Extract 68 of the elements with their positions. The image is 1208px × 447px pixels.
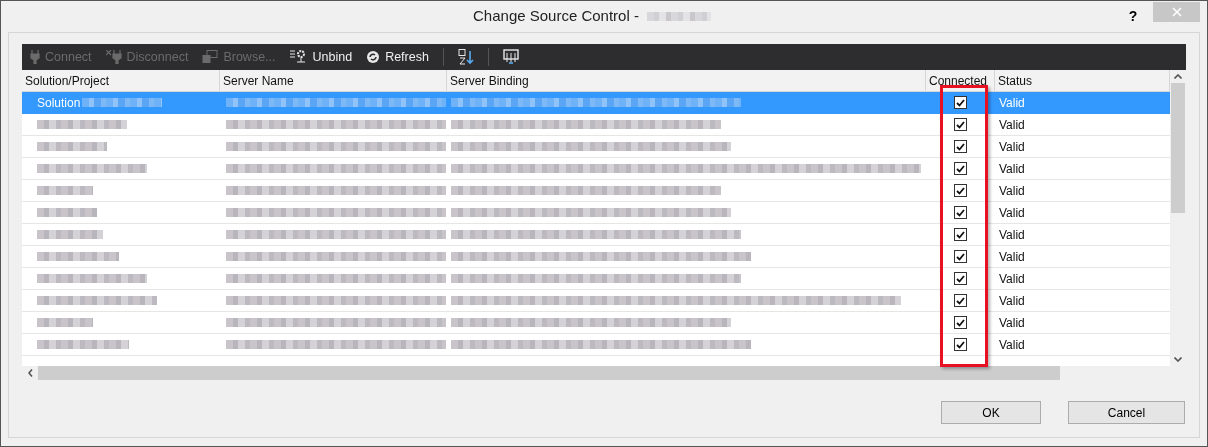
help-button[interactable]: ? (1123, 6, 1143, 27)
status-text: Valid (999, 204, 1025, 222)
status-text: Valid (999, 182, 1025, 200)
window-title: Change Source Control - (473, 6, 639, 27)
chevron-down-icon (1174, 357, 1182, 362)
checkbox[interactable] (954, 96, 967, 109)
checkbox[interactable] (954, 206, 967, 219)
toolbar-icon-button[interactable] (457, 49, 474, 65)
check-icon (956, 208, 965, 217)
unplug-icon (105, 50, 122, 64)
status-text: Valid (999, 270, 1025, 288)
chevron-up-icon (1174, 74, 1182, 79)
toolbar-icon-button[interactable] (502, 49, 519, 65)
gear-icon (289, 49, 308, 65)
status-text: Valid (999, 292, 1025, 310)
check-icon (956, 274, 965, 283)
status-text: Valid (999, 336, 1025, 354)
checkbox[interactable] (954, 162, 967, 175)
status-text: Valid (999, 314, 1025, 332)
check-icon (956, 142, 965, 151)
check-icon (956, 120, 965, 129)
check-icon (956, 296, 965, 305)
chevron-left-icon (27, 369, 33, 377)
refresh-icon (366, 50, 381, 64)
blurred-text (37, 142, 107, 151)
check-icon (956, 340, 965, 349)
plug-icon (30, 50, 40, 64)
blurred-text (37, 186, 93, 195)
status-text: Valid (999, 138, 1025, 156)
dialog-button[interactable]: OK (941, 401, 1041, 424)
check-icon (956, 318, 965, 327)
check-icon (956, 98, 965, 107)
checkbox[interactable] (954, 294, 967, 307)
scroll-thumb[interactable] (1171, 83, 1185, 213)
check-icon (956, 164, 965, 173)
toolbar-button[interactable]: Unbind (289, 47, 353, 67)
blurred-text (646, 12, 711, 21)
dialog-button[interactable]: Cancel (1068, 401, 1185, 424)
status-text: Valid (999, 248, 1025, 266)
blurred-text (37, 318, 93, 327)
toolbar-button[interactable]: Refresh (366, 47, 429, 67)
checkbox[interactable] (954, 338, 967, 351)
blurred-text (37, 208, 97, 217)
check-icon (956, 252, 965, 261)
status-text: Valid (999, 226, 1025, 244)
monitor-icon (502, 49, 519, 65)
checkbox[interactable] (954, 140, 967, 153)
checkbox[interactable] (954, 272, 967, 285)
column-header[interactable]: Solution/Project (22, 70, 220, 92)
check-icon (956, 230, 965, 239)
checkbox[interactable] (954, 184, 967, 197)
column-header[interactable]: Server Name (220, 70, 447, 92)
column-header[interactable]: Server Binding (447, 70, 926, 92)
status-text: Valid (999, 94, 1025, 112)
blurred-text (37, 230, 103, 239)
checkbox[interactable] (954, 316, 967, 329)
sort-icon (457, 49, 474, 65)
checkbox[interactable] (954, 228, 967, 241)
window-icon (202, 50, 219, 64)
status-text: Valid (999, 116, 1025, 134)
checkbox[interactable] (954, 250, 967, 263)
status-text: Valid (999, 160, 1025, 178)
table-cell-text: Solution (37, 94, 81, 112)
column-header[interactable]: Connected (926, 70, 995, 92)
checkbox[interactable] (954, 118, 967, 131)
check-icon (956, 186, 965, 195)
close-icon (1171, 7, 1182, 17)
column-header[interactable]: Status (995, 70, 1170, 92)
